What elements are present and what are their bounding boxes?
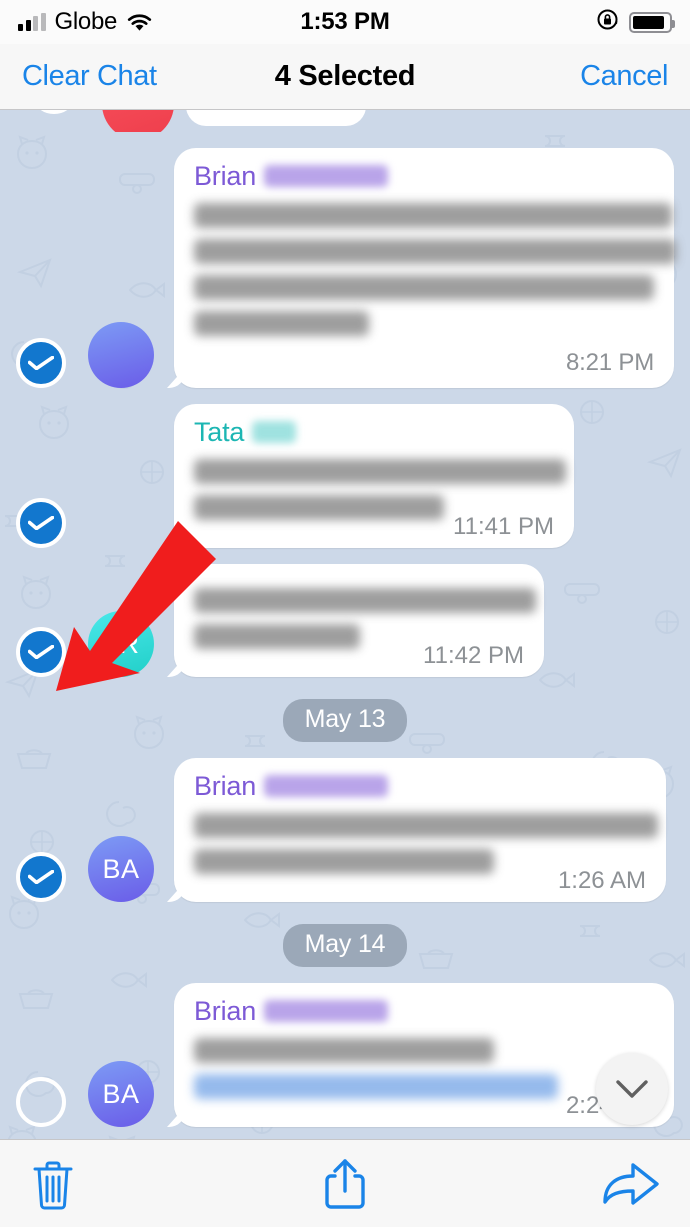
cancel-button[interactable]: Cancel [580, 60, 668, 93]
check-icon [28, 645, 54, 659]
status-bar-right [596, 8, 675, 36]
message-timestamp: 11:41 PM [453, 513, 554, 540]
sender-first-name: Brian [194, 771, 257, 801]
message-row[interactable]: Tata 11:41 PM [16, 404, 674, 548]
forward-icon [603, 1162, 659, 1205]
chevron-down-icon [616, 1080, 648, 1098]
selection-checkbox-partial[interactable] [30, 110, 78, 114]
selection-checkbox[interactable] [16, 338, 66, 388]
avatar-initials: BA [102, 1078, 140, 1109]
clock-label: 1:53 PM [300, 8, 390, 35]
partial-message-row [16, 110, 674, 132]
avatar[interactable]: BA [88, 836, 154, 902]
message-sender-name: Brian [194, 996, 654, 1027]
avatar-initials: TR [102, 628, 140, 659]
scroll-to-bottom-button[interactable] [596, 1053, 668, 1125]
message-sender-name: Brian [194, 161, 654, 192]
rotation-lock-icon [596, 8, 619, 36]
battery-icon [629, 11, 675, 33]
message-row[interactable]: brian Brian 8:21 PM [16, 148, 676, 388]
redacted-last-name [264, 1000, 389, 1022]
chat-message-list[interactable]: brian Brian 8:21 PM [0, 110, 690, 1139]
redacted-last-name [264, 775, 389, 797]
message-text-redacted: 11:41 PM [194, 459, 566, 540]
message-text-redacted: 11:42 PM [194, 588, 536, 669]
message-timestamp: 11:42 PM [423, 642, 524, 669]
message-row[interactable]: TR 11:42 PM [16, 564, 674, 677]
redacted-last-name [264, 165, 389, 187]
avatar[interactable]: BA [88, 1061, 154, 1127]
selection-action-toolbar [0, 1139, 690, 1227]
message-link-redacted [194, 1074, 558, 1099]
forward-button[interactable] [450, 1140, 690, 1227]
message-row[interactable]: BA Brian 2:24 AM [16, 983, 674, 1127]
message-text-redacted: 1:26 AM [194, 813, 658, 894]
avatar[interactable]: brian [88, 322, 154, 388]
message-text-redacted [194, 203, 676, 336]
date-separator: May 14 [16, 924, 674, 967]
message-timestamp: 1:26 AM [557, 867, 646, 894]
check-icon [28, 870, 54, 884]
selection-checkbox[interactable] [16, 852, 66, 902]
clear-chat-button[interactable]: Clear Chat [22, 60, 157, 93]
message-bubble-partial [186, 110, 366, 126]
message-text-redacted: 2:24 AM [194, 1038, 654, 1119]
avatar[interactable]: TR [88, 611, 154, 677]
trash-icon [33, 1161, 73, 1209]
messages-container: brian Brian 8:21 PM [0, 110, 690, 1139]
avatar-partial [102, 110, 174, 132]
check-icon [28, 516, 54, 530]
navigation-bar: Clear Chat 4 Selected Cancel [0, 44, 690, 110]
message-bubble[interactable]: Brian 8:21 PM [174, 148, 676, 388]
selection-checkbox-message-3[interactable] [16, 627, 66, 677]
message-sender-name: Brian [194, 771, 646, 802]
check-icon [28, 356, 54, 370]
message-sender-name: Tata [194, 417, 554, 448]
date-label: May 13 [282, 699, 408, 742]
message-bubble[interactable]: 11:42 PM [174, 564, 544, 677]
message-bubble[interactable]: Tata 11:41 PM [174, 404, 574, 548]
selection-checkbox[interactable] [16, 498, 66, 548]
message-timestamp: 8:21 PM [566, 349, 654, 376]
phone-screen: Globe 1:53 PM Clear Chat 4 Selected Canc… [0, 0, 690, 1227]
share-icon [325, 1158, 365, 1209]
date-label: May 14 [282, 924, 408, 967]
sender-first-name: Brian [194, 996, 257, 1026]
status-bar: Globe 1:53 PM [0, 0, 690, 44]
selection-checkbox[interactable] [16, 1077, 66, 1127]
sender-first-name: Tata [194, 417, 245, 447]
delete-button[interactable] [0, 1140, 240, 1227]
sender-first-name: Brian [194, 161, 257, 191]
date-separator: May 13 [16, 699, 674, 742]
redacted-last-name [252, 421, 297, 443]
share-button[interactable] [240, 1140, 450, 1227]
message-bubble[interactable]: Brian 1:26 AM [174, 758, 666, 902]
message-row[interactable]: BA Brian 1:26 AM [16, 758, 674, 902]
avatar-initials: BA [102, 853, 140, 884]
